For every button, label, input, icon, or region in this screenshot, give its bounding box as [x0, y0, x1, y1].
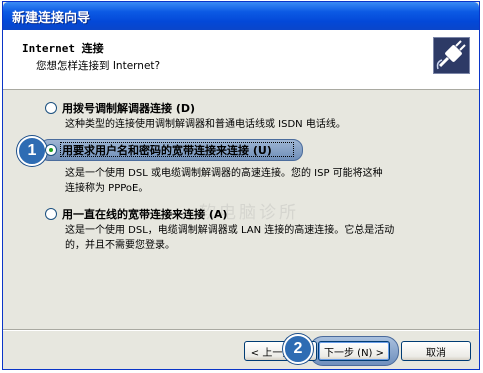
radio-pppoe[interactable] [45, 144, 57, 156]
next-button[interactable]: 下一步 (N) > [318, 341, 390, 361]
wizard-header: Internet 连接 您想怎样连接到 Internet? [3, 30, 479, 90]
option-always-on-description: 这是一个使用 DSL，电缆调制解调器或 LAN 连接的高速连接。它总是活动 的，… [65, 223, 394, 253]
option-pppoe-description: 这是一个使用 DSL 或电缆调制解调器的高速连接。您的 ISP 可能将这种 连接… [65, 166, 383, 196]
description-line: 这种类型的连接使用调制解调器和普通电话线或 ISDN 电话线。 [65, 119, 346, 130]
window-title: 新建连接向导 [12, 11, 91, 26]
option-always-on-label: 用一直在线的宽带连接来连接 (A) [62, 208, 228, 221]
title-bar[interactable]: 新建连接向导 [3, 2, 479, 30]
header-subtitle: 您想怎样连接到 Internet? [36, 60, 161, 72]
option-always-on[interactable]: 用一直在线的宽带连接来连接 (A) [45, 206, 227, 222]
radio-always-on[interactable] [45, 208, 57, 220]
description-line: 这是一个使用 DSL 或电缆调制解调器的高速连接。您的 ISP 可能将这种 [65, 168, 383, 179]
footer-separator [3, 329, 479, 331]
step-badge-2: 2 [283, 334, 313, 364]
description-line: 连接称为 PPPoE。 [65, 183, 149, 194]
option-dialup-description: 这种类型的连接使用调制解调器和普通电话线或 ISDN 电话线。 [65, 117, 346, 132]
wizard-window: 新建连接向导 Internet 连接 您想怎样连接到 Internet? 用拨号… [2, 1, 480, 370]
option-dialup-label: 用拨号调制解调器连接 (D) [62, 102, 196, 115]
description-line: 的，并且不需要您登录。 [65, 240, 175, 251]
option-dialup[interactable]: 用拨号调制解调器连接 (D) [45, 100, 195, 116]
network-plug-icon [433, 37, 470, 74]
step-badge-1: 1 [17, 136, 47, 166]
header-title: Internet 连接 [22, 42, 104, 55]
cancel-button[interactable]: 取消 [401, 341, 471, 361]
description-line: 这是一个使用 DSL，电缆调制解调器或 LAN 连接的高速连接。它总是活动 [65, 225, 395, 236]
focus-rectangle [60, 142, 294, 157]
radio-dialup[interactable] [45, 102, 57, 114]
